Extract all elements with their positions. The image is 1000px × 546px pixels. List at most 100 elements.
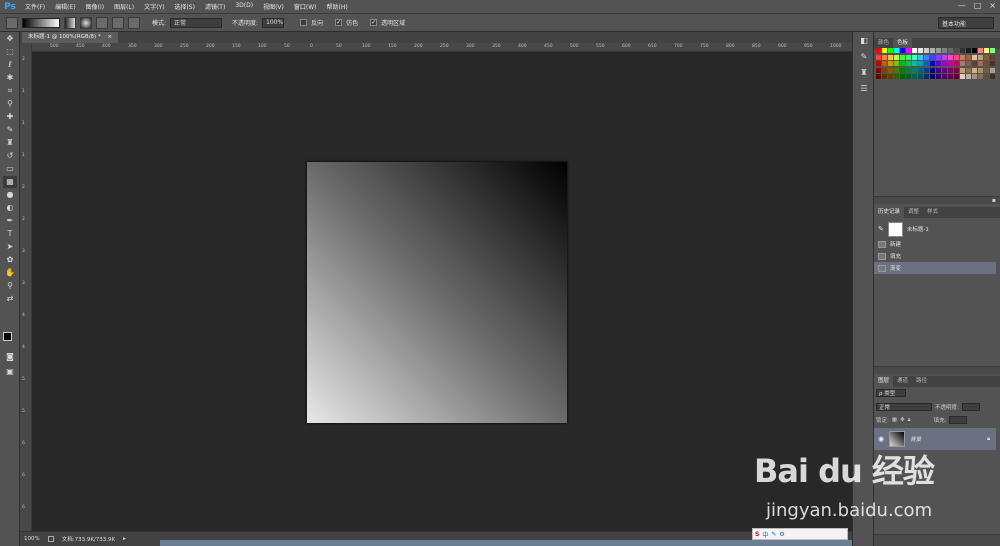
- color-swatch[interactable]: [942, 67, 947, 73]
- color-swatch[interactable]: [936, 61, 941, 66]
- doc-info-icon[interactable]: [47, 536, 54, 542]
- maximize-button[interactable]: □: [974, 1, 982, 10]
- tab-paths[interactable]: 路径: [912, 376, 931, 387]
- delete-swatch-icon[interactable]: ▪: [992, 197, 996, 204]
- color-swatch[interactable]: [912, 48, 917, 53]
- color-swatch[interactable]: [942, 48, 947, 53]
- menu-item-8[interactable]: 视图(V): [258, 2, 289, 11]
- history-snapshot[interactable]: ✎ 未标题-1: [874, 220, 996, 238]
- color-swatch[interactable]: [978, 67, 983, 73]
- color-swatch[interactable]: [906, 54, 911, 60]
- color-swap-icon[interactable]: ⇄: [3, 293, 17, 305]
- color-swatch[interactable]: [912, 54, 917, 60]
- color-swatch[interactable]: [948, 48, 953, 53]
- color-swatch[interactable]: [900, 61, 905, 66]
- close-tab-icon[interactable]: ×: [107, 34, 112, 40]
- mode-select[interactable]: 正常: [170, 17, 223, 28]
- color-swatch[interactable]: [984, 48, 989, 53]
- color-swatch[interactable]: [888, 67, 893, 73]
- color-swatch[interactable]: [918, 48, 923, 53]
- fill-input[interactable]: [949, 416, 968, 424]
- color-swatch[interactable]: [918, 74, 923, 79]
- hand-tool-icon[interactable]: ✋: [3, 267, 17, 279]
- tab-styles[interactable]: 样式: [923, 207, 942, 218]
- color-swatch[interactable]: [984, 54, 989, 60]
- history-item-new[interactable]: 新建: [874, 238, 996, 250]
- magic-wand-tool-icon[interactable]: ✱: [3, 72, 17, 84]
- color-swatch[interactable]: [966, 48, 971, 53]
- tool-preset-picker[interactable]: [6, 16, 18, 29]
- color-swatch[interactable]: [900, 48, 905, 53]
- menu-item-0[interactable]: 文件(F): [20, 2, 50, 11]
- color-swatch[interactable]: [948, 54, 953, 60]
- color-swatch[interactable]: [984, 67, 989, 73]
- dither-checkbox[interactable]: ✓: [335, 19, 343, 26]
- move-tool-icon[interactable]: ✥: [3, 33, 17, 45]
- color-swatch[interactable]: [894, 61, 899, 66]
- color-swatch[interactable]: [960, 48, 965, 53]
- color-swatch[interactable]: [882, 54, 887, 60]
- color-swatch[interactable]: [882, 74, 887, 79]
- color-swatch[interactable]: [924, 74, 929, 79]
- color-swatch[interactable]: [948, 61, 953, 66]
- foreground-color-swatch[interactable]: [3, 332, 12, 341]
- menu-item-10[interactable]: 帮助(H): [322, 2, 353, 11]
- clone-source-panel-icon[interactable]: ♜: [857, 68, 871, 80]
- menu-item-3[interactable]: 图层(L): [109, 2, 139, 11]
- history-item-fill[interactable]: 填充: [874, 250, 996, 262]
- color-swatch[interactable]: [954, 67, 959, 73]
- menu-item-6[interactable]: 滤镜(T): [200, 2, 230, 11]
- blur-tool-icon[interactable]: ●: [3, 189, 17, 201]
- eraser-tool-icon[interactable]: ▭: [3, 163, 17, 175]
- ime-punct-icon[interactable]: ✎: [771, 531, 776, 538]
- vertical-ruler[interactable]: 2 1 1 1 2 2 3 3 4 4 5 5 6 6 6: [20, 43, 32, 531]
- ime-settings-icon[interactable]: ⚙: [779, 531, 784, 538]
- menu-item-9[interactable]: 窗口(W): [289, 2, 322, 11]
- color-swatch[interactable]: [954, 74, 959, 79]
- gradient-tool-icon[interactable]: ▦: [3, 176, 17, 188]
- tab-layers[interactable]: 图层: [874, 376, 894, 387]
- marquee-tool-icon[interactable]: ⬚: [3, 46, 17, 58]
- color-swatch[interactable]: [984, 61, 989, 66]
- color-swatch[interactable]: [876, 48, 881, 53]
- color-swatch[interactable]: [876, 61, 881, 66]
- diamond-gradient-button[interactable]: [128, 16, 140, 29]
- zoom-level[interactable]: 100%: [24, 536, 40, 542]
- color-panel-icon[interactable]: ◧: [857, 36, 871, 48]
- color-swatch[interactable]: [990, 67, 995, 73]
- properties-panel-icon[interactable]: ☰: [857, 84, 871, 96]
- color-swatch[interactable]: [972, 74, 977, 79]
- color-swatch[interactable]: [894, 74, 899, 79]
- color-swatch[interactable]: [960, 61, 965, 66]
- color-swatch[interactable]: [888, 48, 893, 53]
- color-swatch[interactable]: [900, 67, 905, 73]
- color-swatch[interactable]: [936, 54, 941, 60]
- ime-mode[interactable]: 中: [762, 530, 768, 539]
- tab-history[interactable]: 历史记录: [874, 207, 905, 218]
- ime-logo-icon[interactable]: S: [755, 531, 759, 538]
- color-swatch[interactable]: [948, 74, 953, 79]
- lock-position-icon[interactable]: ✥: [900, 417, 905, 423]
- color-swatch[interactable]: [936, 67, 941, 73]
- reverse-checkbox[interactable]: [300, 19, 308, 26]
- document-canvas[interactable]: [307, 162, 567, 423]
- color-swatch[interactable]: [942, 74, 947, 79]
- color-swatch[interactable]: [930, 67, 935, 73]
- color-swatch[interactable]: [960, 74, 965, 79]
- color-swatch[interactable]: [882, 61, 887, 66]
- color-swatch[interactable]: [918, 61, 923, 66]
- color-swatch[interactable]: [888, 61, 893, 66]
- color-swatch[interactable]: [906, 67, 911, 73]
- menu-item-4[interactable]: 文字(Y): [139, 2, 169, 11]
- color-swatch[interactable]: [894, 54, 899, 60]
- menu-item-5[interactable]: 选择(S): [169, 2, 200, 11]
- menu-item-2[interactable]: 图像(I): [81, 2, 109, 11]
- opacity-input[interactable]: 100%: [262, 17, 285, 28]
- screen-mode-icon[interactable]: ▣: [3, 366, 17, 378]
- color-swatch[interactable]: [954, 48, 959, 53]
- menu-item-1[interactable]: 编辑(E): [50, 2, 80, 11]
- color-swatch[interactable]: [954, 54, 959, 60]
- transparency-checkbox[interactable]: ✓: [370, 19, 378, 26]
- color-swatch[interactable]: [936, 74, 941, 79]
- color-swatch[interactable]: [882, 48, 887, 53]
